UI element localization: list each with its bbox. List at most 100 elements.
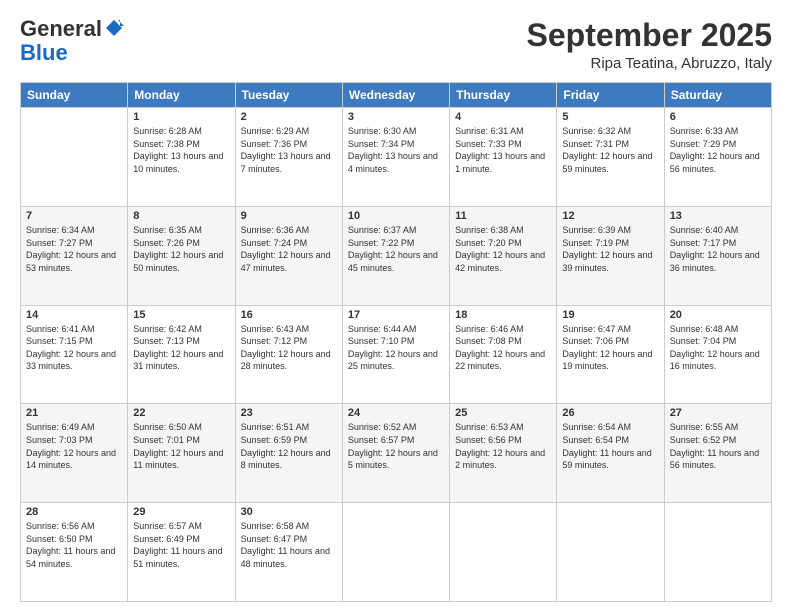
table-row: 23Sunrise: 6:51 AMSunset: 6:59 PMDayligh… — [235, 404, 342, 503]
title-block: September 2025 Ripa Teatina, Abruzzo, It… — [527, 18, 772, 72]
day-info: Sunrise: 6:38 AMSunset: 7:20 PMDaylight:… — [455, 224, 551, 274]
table-row: 15Sunrise: 6:42 AMSunset: 7:13 PMDayligh… — [128, 305, 235, 404]
table-row: 12Sunrise: 6:39 AMSunset: 7:19 PMDayligh… — [557, 206, 664, 305]
day-number: 3 — [348, 111, 444, 123]
calendar: Sunday Monday Tuesday Wednesday Thursday… — [20, 82, 772, 602]
day-info: Sunrise: 6:57 AMSunset: 6:49 PMDaylight:… — [133, 520, 229, 570]
day-info: Sunrise: 6:58 AMSunset: 6:47 PMDaylight:… — [241, 520, 337, 570]
day-number: 27 — [670, 407, 766, 419]
table-row: 17 Sunrise: 6:44 AMSunset: 7:10 PMDayligh… — [342, 305, 449, 404]
table-row: 24 Sunrise: 6:52 AMSunset: 6:57 PMDayligh… — [342, 404, 449, 503]
day-number: 4 — [455, 111, 551, 123]
day-number: 17 — [348, 309, 444, 321]
logo-blue-text: Blue — [20, 40, 68, 65]
day-number: 8 — [133, 210, 229, 222]
day-info: Sunrise: 6:48 AMSunset: 7:04 PMDaylight:… — [670, 323, 766, 373]
day-number: 24 — [348, 407, 444, 419]
table-row — [557, 503, 664, 602]
logo: General Blue — [20, 18, 124, 66]
table-row: 2Sunrise: 6:29 AMSunset: 7:36 PMDaylight… — [235, 108, 342, 207]
day-info: Sunrise: 6:34 AMSunset: 7:27 PMDaylight:… — [26, 224, 122, 274]
col-saturday: Saturday — [664, 83, 771, 108]
col-monday: Monday — [128, 83, 235, 108]
day-info: Sunrise: 6:50 AMSunset: 7:01 PMDaylight:… — [133, 421, 229, 471]
table-row: 10 Sunrise: 6:37 AMSunset: 7:22 PMDayligh… — [342, 206, 449, 305]
day-number: 13 — [670, 210, 766, 222]
day-info: Sunrise: 6:54 AMSunset: 6:54 PMDaylight:… — [562, 421, 658, 471]
col-friday: Friday — [557, 83, 664, 108]
day-number: 29 — [133, 506, 229, 518]
day-info: Sunrise: 6:51 AMSunset: 6:59 PMDaylight:… — [241, 421, 337, 471]
table-row: 8Sunrise: 6:35 AMSunset: 7:26 PMDaylight… — [128, 206, 235, 305]
table-row: 4Sunrise: 6:31 AMSunset: 7:33 PMDaylight… — [450, 108, 557, 207]
day-number: 10 — [348, 210, 444, 222]
table-row: 1 Sunrise: 6:28 AMSunset: 7:38 PMDaylight… — [128, 108, 235, 207]
col-wednesday: Wednesday — [342, 83, 449, 108]
day-number: 22 — [133, 407, 229, 419]
day-number: 21 — [26, 407, 122, 419]
day-number: 11 — [455, 210, 551, 222]
day-info: Sunrise: 6:42 AMSunset: 7:13 PMDaylight:… — [133, 323, 229, 373]
table-row: 6 Sunrise: 6:33 AMSunset: 7:29 PMDaylight… — [664, 108, 771, 207]
day-number: 30 — [241, 506, 337, 518]
table-row: 11 Sunrise: 6:38 AMSunset: 7:20 PMDayligh… — [450, 206, 557, 305]
day-info: Sunrise: 6:30 AMSunset: 7:34 PMDaylight:… — [348, 125, 444, 175]
day-info: Sunrise: 6:53 AMSunset: 6:56 PMDaylight:… — [455, 421, 551, 471]
day-info: Sunrise: 6:43 AMSunset: 7:12 PMDaylight:… — [241, 323, 337, 373]
day-number: 16 — [241, 309, 337, 321]
calendar-week-row: 28Sunrise: 6:56 AMSunset: 6:50 PMDayligh… — [21, 503, 772, 602]
day-info: Sunrise: 6:32 AMSunset: 7:31 PMDaylight:… — [562, 125, 658, 175]
day-info: Sunrise: 6:55 AMSunset: 6:52 PMDaylight:… — [670, 421, 766, 471]
day-info: Sunrise: 6:52 AMSunset: 6:57 PMDaylight:… — [348, 421, 444, 471]
day-number: 20 — [670, 309, 766, 321]
day-info: Sunrise: 6:37 AMSunset: 7:22 PMDaylight:… — [348, 224, 444, 274]
day-number: 28 — [26, 506, 122, 518]
table-row: 26 Sunrise: 6:54 AMSunset: 6:54 PMDayligh… — [557, 404, 664, 503]
table-row — [664, 503, 771, 602]
calendar-week-row: 1 Sunrise: 6:28 AMSunset: 7:38 PMDaylight… — [21, 108, 772, 207]
header: General Blue September 2025 Ripa Teatina… — [20, 18, 772, 72]
day-number: 14 — [26, 309, 122, 321]
day-number: 5 — [562, 111, 658, 123]
day-info: Sunrise: 6:40 AMSunset: 7:17 PMDaylight:… — [670, 224, 766, 274]
day-info: Sunrise: 6:33 AMSunset: 7:29 PMDaylight:… — [670, 125, 766, 175]
calendar-week-row: 21 Sunrise: 6:49 AMSunset: 7:03 PMDayligh… — [21, 404, 772, 503]
day-number: 6 — [670, 111, 766, 123]
col-sunday: Sunday — [21, 83, 128, 108]
day-info: Sunrise: 6:47 AMSunset: 7:06 PMDaylight:… — [562, 323, 658, 373]
day-number: 18 — [455, 309, 551, 321]
day-number: 7 — [26, 210, 122, 222]
day-info: Sunrise: 6:49 AMSunset: 7:03 PMDaylight:… — [26, 421, 122, 471]
day-number: 26 — [562, 407, 658, 419]
table-row — [342, 503, 449, 602]
table-row: 22 Sunrise: 6:50 AMSunset: 7:01 PMDayligh… — [128, 404, 235, 503]
day-number: 12 — [562, 210, 658, 222]
table-row: 20 Sunrise: 6:48 AMSunset: 7:04 PMDayligh… — [664, 305, 771, 404]
table-row: 9Sunrise: 6:36 AMSunset: 7:24 PMDaylight… — [235, 206, 342, 305]
table-row: 18 Sunrise: 6:46 AMSunset: 7:08 PMDayligh… — [450, 305, 557, 404]
day-number: 25 — [455, 407, 551, 419]
table-row: 27 Sunrise: 6:55 AMSunset: 6:52 PMDayligh… — [664, 404, 771, 503]
table-row: 28Sunrise: 6:56 AMSunset: 6:50 PMDayligh… — [21, 503, 128, 602]
location: Ripa Teatina, Abruzzo, Italy — [527, 55, 772, 72]
table-row: 30 Sunrise: 6:58 AMSunset: 6:47 PMDayligh… — [235, 503, 342, 602]
table-row: 5 Sunrise: 6:32 AMSunset: 7:31 PMDaylight… — [557, 108, 664, 207]
day-info: Sunrise: 6:46 AMSunset: 7:08 PMDaylight:… — [455, 323, 551, 373]
day-info: Sunrise: 6:44 AMSunset: 7:10 PMDaylight:… — [348, 323, 444, 373]
day-info: Sunrise: 6:36 AMSunset: 7:24 PMDaylight:… — [241, 224, 337, 274]
logo-icon — [104, 18, 124, 38]
table-row: 21 Sunrise: 6:49 AMSunset: 7:03 PMDayligh… — [21, 404, 128, 503]
day-info: Sunrise: 6:29 AMSunset: 7:36 PMDaylight:… — [241, 125, 337, 175]
day-info: Sunrise: 6:28 AMSunset: 7:38 PMDaylight:… — [133, 125, 229, 175]
table-row: 3 Sunrise: 6:30 AMSunset: 7:34 PMDaylight… — [342, 108, 449, 207]
day-number: 19 — [562, 309, 658, 321]
day-number: 1 — [133, 111, 229, 123]
month-title: September 2025 — [527, 18, 772, 53]
table-row: 29 Sunrise: 6:57 AMSunset: 6:49 PMDayligh… — [128, 503, 235, 602]
table-row: 19 Sunrise: 6:47 AMSunset: 7:06 PMDayligh… — [557, 305, 664, 404]
calendar-week-row: 14Sunrise: 6:41 AMSunset: 7:15 PMDayligh… — [21, 305, 772, 404]
col-tuesday: Tuesday — [235, 83, 342, 108]
table-row — [450, 503, 557, 602]
logo-general-text: General — [20, 18, 102, 40]
calendar-header-row: Sunday Monday Tuesday Wednesday Thursday… — [21, 83, 772, 108]
